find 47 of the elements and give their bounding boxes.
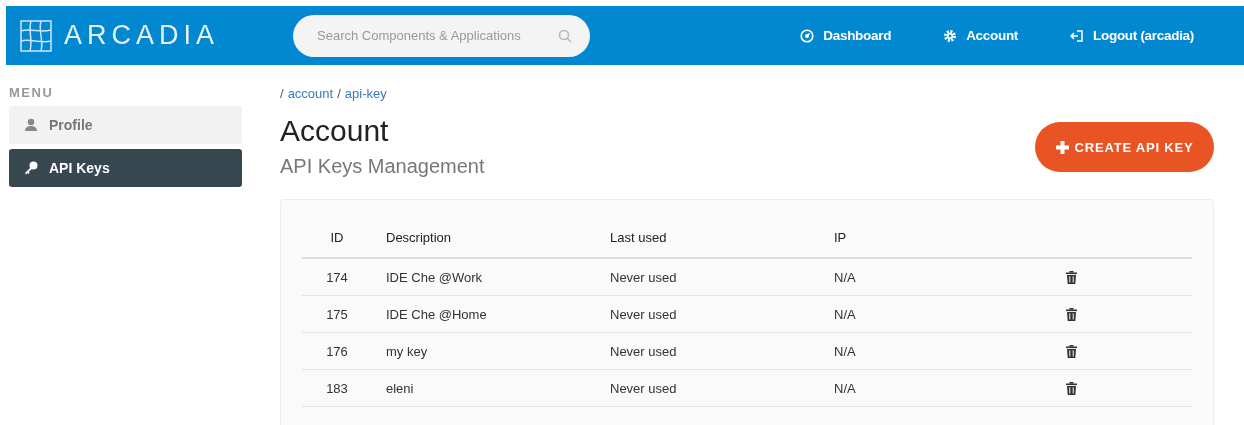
column-header: ID	[302, 218, 385, 258]
table-cell: IDE Che @Home	[385, 295, 609, 333]
plus-icon	[1055, 140, 1069, 154]
table-cell: 176	[302, 332, 385, 370]
menu-heading: MENU	[9, 85, 55, 100]
page-subtitle: API Keys Management	[280, 155, 485, 178]
gauge-icon	[800, 28, 815, 43]
nav-link[interactable]: Logout (arcadia)	[1070, 28, 1194, 43]
table-cell: Never used	[609, 258, 833, 296]
table-cell: my key	[385, 332, 609, 370]
breadcrumb-separator: /	[337, 85, 341, 101]
table-cell: Never used	[609, 369, 833, 407]
logout-icon	[1070, 28, 1085, 43]
table-cell: N/A	[833, 258, 1065, 296]
sidebar-item[interactable]: API Keys	[9, 149, 242, 187]
breadcrumb-link[interactable]: api-key	[344, 85, 387, 101]
column-header: Last used	[609, 218, 833, 258]
column-header: IP	[833, 218, 1065, 258]
table-cell: N/A	[833, 295, 1065, 333]
table-cell: N/A	[833, 369, 1065, 407]
table-cell: Never used	[609, 295, 833, 333]
table-cell: 183	[302, 369, 385, 407]
column-header: Description	[385, 218, 609, 258]
table-cell: IDE Che @Work	[385, 258, 609, 296]
trash-icon[interactable]	[1066, 307, 1077, 321]
table-cell: eleni	[385, 369, 609, 407]
create-api-key-button[interactable]: CREATE API KEY	[1035, 122, 1214, 172]
trash-icon[interactable]	[1066, 381, 1077, 395]
trash-icon[interactable]	[1066, 270, 1077, 284]
nav-link[interactable]: Dashboard	[800, 28, 892, 43]
key-icon	[24, 161, 38, 175]
breadcrumb-link[interactable]: account	[287, 85, 334, 101]
table-cell: 174	[302, 258, 385, 296]
trash-icon[interactable]	[1066, 344, 1077, 358]
breadcrumb-separator: /	[280, 85, 284, 101]
sidebar-item[interactable]: Profile	[9, 106, 242, 144]
table-cell: 175	[302, 295, 385, 333]
table-cell: N/A	[833, 332, 1065, 370]
page-title: Account	[280, 113, 390, 149]
logo-text: ARCADIA	[64, 20, 220, 51]
nav-link[interactable]: Account	[943, 28, 1019, 43]
logo-icon	[20, 19, 52, 52]
search-icon	[558, 28, 572, 43]
gear-icon	[943, 28, 958, 43]
person-icon	[24, 118, 38, 132]
search-field[interactable]: Search Components & Applications	[293, 14, 590, 57]
table-cell: Never used	[609, 332, 833, 370]
